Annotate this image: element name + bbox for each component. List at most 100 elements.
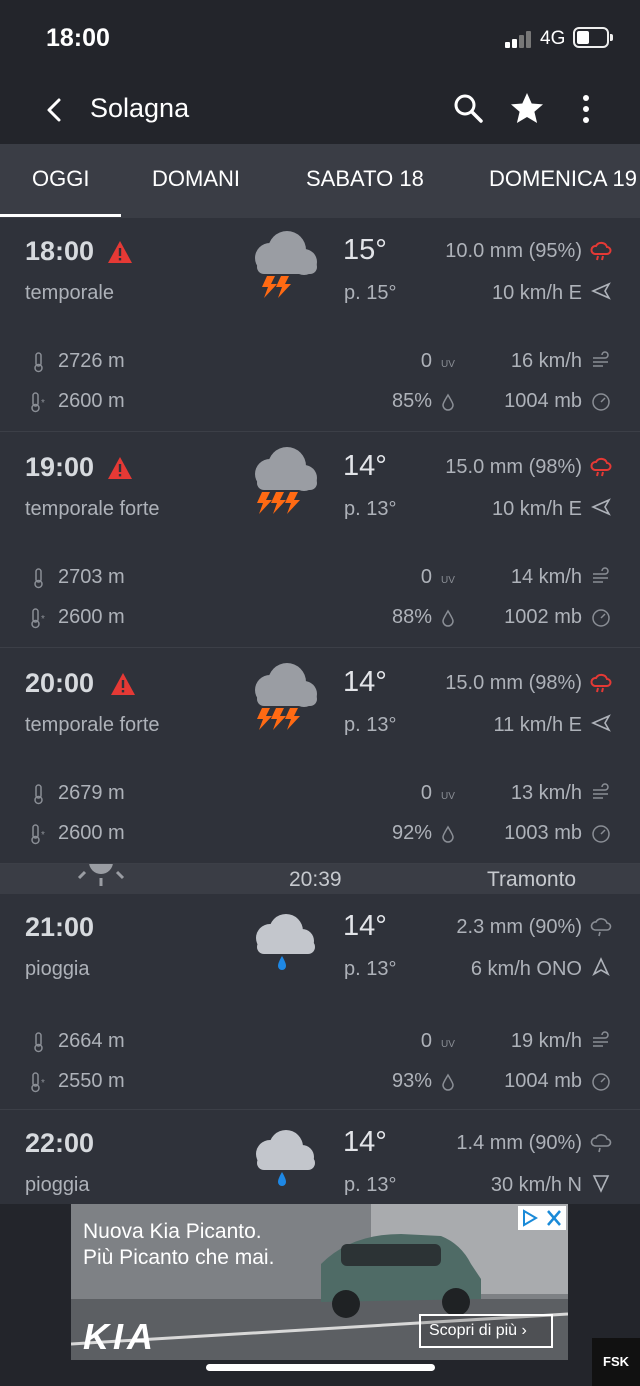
gust-max-icon (593, 567, 609, 583)
heavy-thunderstorm-icon (255, 663, 317, 730)
tab-domani[interactable]: DOMANI (152, 166, 240, 192)
weather-description: pioggia (25, 958, 90, 980)
ad-choices-close-icon[interactable] (518, 1206, 566, 1230)
tab-sabato[interactable]: SABATO 18 (306, 166, 424, 192)
status-bar: 18:00 4G (0, 0, 640, 80)
hour-block-21[interactable]: 21:00 pioggia 14° p. 13° 2.3 mm (90%) 6 … (0, 894, 640, 1110)
warning-icon (108, 241, 132, 263)
precipitation: 15.0 mm (98%) (445, 672, 582, 694)
rain-cloud-red-icon (590, 673, 612, 693)
hour-time: 20:00 (25, 668, 95, 698)
pressure: 1004 mb (504, 1070, 582, 1092)
home-indicator[interactable] (206, 1364, 435, 1371)
weather-description: temporale (25, 282, 114, 304)
more-options-icon[interactable] (567, 90, 605, 128)
wind: 30 km/h N (490, 1174, 582, 1196)
page-title: Solagna (90, 93, 190, 123)
pressure-gauge-icon (592, 1073, 610, 1091)
wind-gust: 16 km/h (510, 350, 582, 372)
humidity-drop-icon (442, 825, 454, 843)
thermometer-icon (34, 1032, 43, 1053)
weather-description: temporale forte (25, 714, 160, 736)
uv-index: 0 (420, 350, 432, 372)
thermometer-icon (34, 568, 43, 589)
wind-gust: 19 km/h (510, 1030, 582, 1052)
rain-cloud-small-icon (590, 1134, 612, 1153)
weather-description: temporale forte (25, 498, 160, 520)
snow-altitude: 2600 m (58, 822, 125, 844)
network-type: 4G (540, 28, 566, 49)
pressure-gauge-icon (592, 393, 610, 411)
precipitation: 10.0 mm (95%) (445, 240, 582, 262)
svg-text:UV: UV (441, 359, 455, 370)
svg-text:*: * (41, 614, 45, 625)
temperature: 14° (343, 910, 387, 942)
hour-block-20[interactable]: 20:00 temporale forte 14° p. 13° 15.0 mm… (0, 650, 640, 864)
sunset-time: 20:39 (289, 868, 342, 891)
humidity: 93% (391, 1070, 432, 1092)
kia-logo: KIA (83, 1316, 157, 1357)
battery-icon (573, 27, 613, 48)
uv-icon: UV (441, 791, 455, 802)
feels-like: p. 15° (344, 282, 397, 304)
wind: 11 km/h E (493, 714, 582, 736)
hour-time: 18:00 (25, 236, 95, 266)
rain-cloud-red-icon (590, 457, 612, 477)
sunset-row: 20:39 Tramonto (0, 864, 640, 894)
snow-thermometer-icon: * (31, 608, 45, 629)
thermometer-icon (34, 784, 43, 805)
rain-cloud-icon (256, 1130, 315, 1186)
rain-cloud-small-icon (590, 918, 612, 937)
wind-direction-icon (591, 498, 611, 516)
snow-thermometer-icon: * (31, 824, 45, 845)
svg-text:UV: UV (441, 1039, 455, 1050)
wind: 10 km/h E (491, 282, 582, 304)
ad-banner-area: Nuova Kia Picanto. Più Picanto che mai. … (0, 1204, 640, 1386)
app-bar: Solagna (0, 80, 640, 144)
temperature: 14° (343, 1126, 387, 1158)
snow-thermometer-icon: * (31, 392, 45, 413)
sunset-label: Tramonto (487, 868, 577, 891)
temperature: 14° (343, 450, 387, 482)
hour-block-19[interactable]: 19:00 temporale forte 14° p. 13° 15.0 mm… (0, 434, 640, 648)
hour-time: 21:00 (25, 912, 95, 942)
rain-cloud-red-icon (590, 241, 612, 261)
uv-icon: UV (441, 1039, 455, 1050)
svg-text:UV: UV (441, 575, 455, 586)
wind-gust: 13 km/h (510, 782, 582, 804)
thunderstorm-icon (255, 231, 317, 298)
snow-altitude: 2600 m (58, 390, 125, 412)
precipitation: 2.3 mm (90%) (456, 916, 582, 938)
ad-cta-button[interactable]: Scopri di più › (419, 1314, 553, 1348)
pressure: 1002 mb (504, 606, 582, 628)
hour-time: 19:00 (25, 452, 95, 482)
hour-block-22[interactable]: 22:00 pioggia 14° p. 13° 1.4 mm (90%) 30… (0, 1110, 640, 1204)
back-arrow-icon[interactable] (38, 92, 74, 128)
sunset-icon (77, 864, 125, 886)
signal-strength-icon (505, 31, 535, 48)
uv-index: 0 (420, 782, 432, 804)
hour-block-18[interactable]: 18:00 temporale 15° p. 15° 10.0 mm (95%)… (0, 218, 640, 432)
humidity-drop-icon (442, 609, 454, 627)
pressure: 1003 mb (504, 822, 582, 844)
search-icon[interactable] (450, 90, 488, 128)
pressure: 1004 mb (504, 390, 582, 412)
feels-like: p. 13° (344, 498, 397, 520)
ad-banner[interactable]: Nuova Kia Picanto. Più Picanto che mai. … (71, 1204, 568, 1360)
feels-like: p. 13° (344, 958, 397, 980)
tab-domenica[interactable]: DOMENICA 19 (489, 166, 637, 192)
wind-direction-icon (592, 1175, 610, 1193)
rain-cloud-icon (256, 914, 315, 970)
gust-max-icon (593, 351, 609, 367)
warning-icon (108, 457, 132, 479)
tab-oggi[interactable]: OGGI (32, 166, 89, 192)
precipitation: 1.4 mm (90%) (456, 1132, 582, 1154)
weather-description: pioggia (25, 1174, 90, 1196)
humidity: 85% (391, 390, 432, 412)
favorite-star-icon[interactable] (508, 90, 546, 128)
wind: 6 km/h ONO (470, 958, 582, 980)
wind-gust: 14 km/h (510, 566, 582, 588)
gust-max-icon (593, 1031, 609, 1047)
pressure-gauge-icon (592, 609, 610, 627)
wind-direction-icon (591, 714, 611, 732)
